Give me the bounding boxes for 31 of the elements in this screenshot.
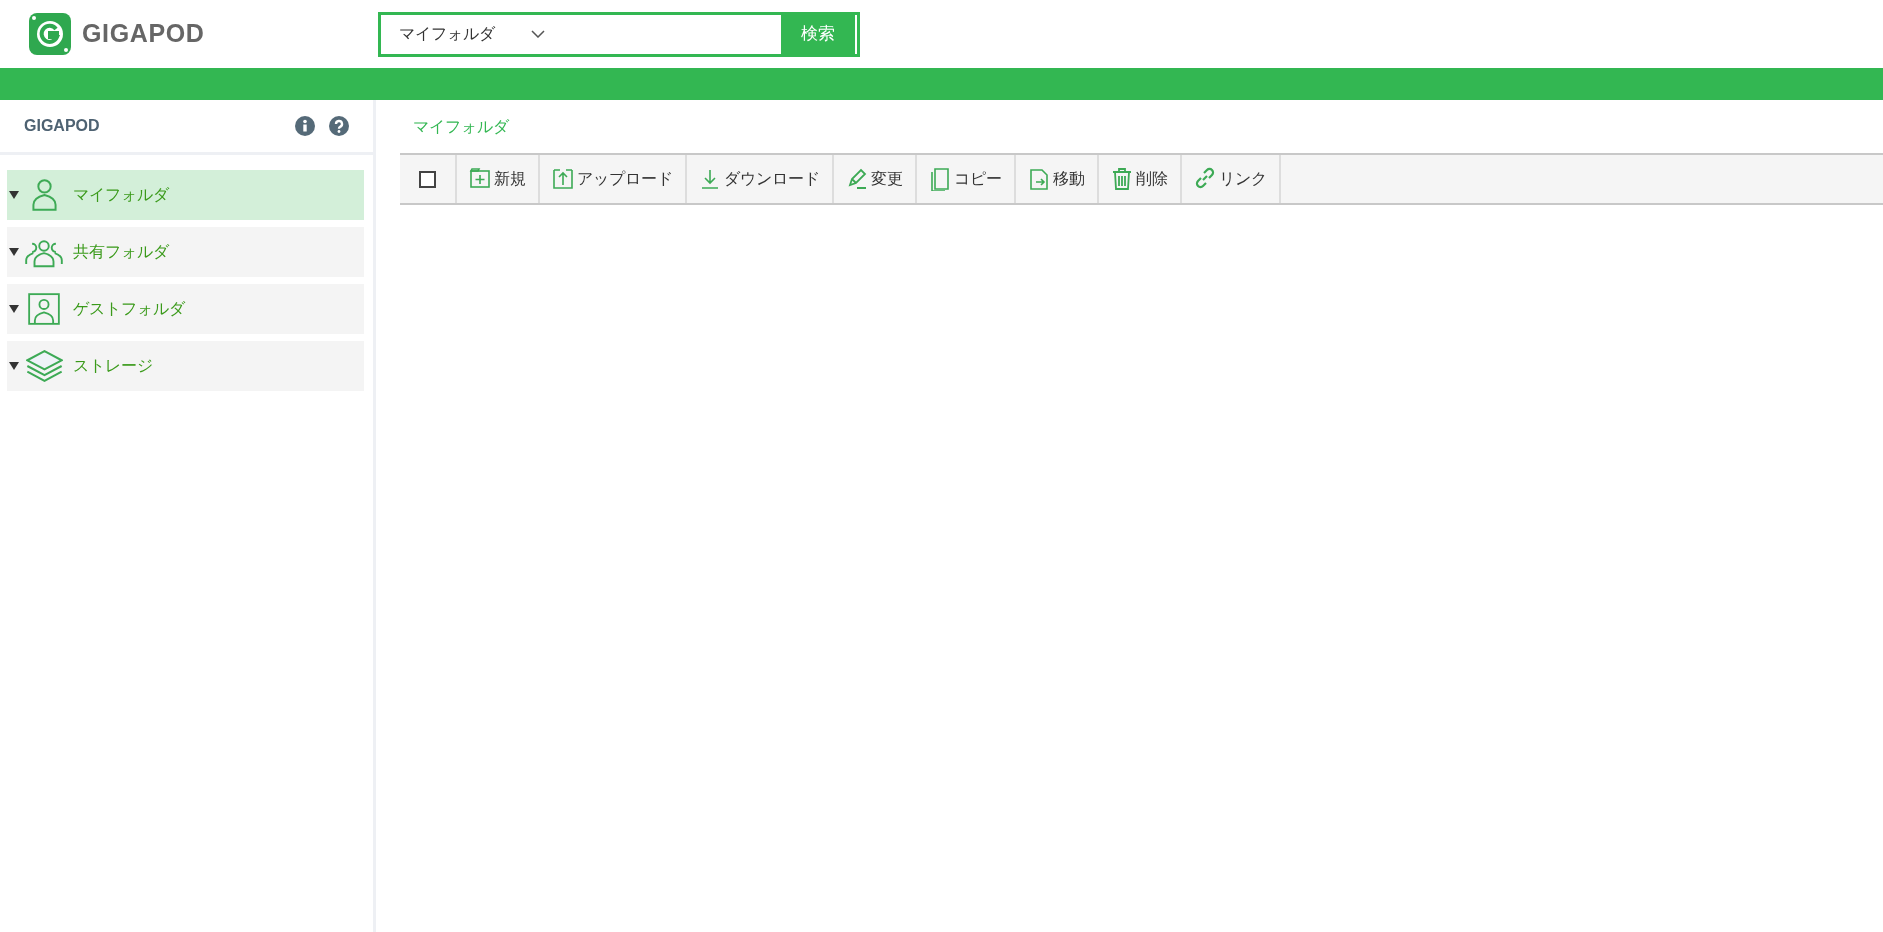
expand-triangle-icon[interactable]: [9, 305, 19, 313]
link-icon: [1194, 167, 1216, 191]
download-icon: [699, 167, 721, 191]
toolbar-button[interactable]: 新規: [457, 155, 540, 203]
sidebar-title: GIGAPOD: [24, 116, 100, 136]
toolbar-button[interactable]: リンク: [1182, 155, 1281, 203]
toolbar-button[interactable]: ダウンロード: [687, 155, 834, 203]
expand-triangle-icon[interactable]: [9, 362, 19, 370]
chevron-down-icon: [531, 30, 545, 38]
expand-triangle-icon[interactable]: [9, 248, 19, 256]
toolbar-button[interactable]: 削除: [1099, 155, 1182, 203]
portrait-icon: [28, 293, 60, 325]
logo-text: GIGAPOD: [82, 18, 205, 50]
toolbar-button[interactable]: 移動: [1016, 155, 1099, 203]
layers-icon: [25, 350, 63, 382]
select-all-checkbox[interactable]: [419, 170, 436, 188]
pencil-icon: [846, 167, 868, 191]
info-icon[interactable]: [295, 116, 315, 136]
upload-icon: [552, 167, 574, 191]
plus-box-icon: [469, 167, 491, 191]
toolbar-button[interactable]: コピー: [917, 155, 1016, 203]
help-icon[interactable]: [329, 116, 349, 136]
copy-icon: [929, 167, 951, 191]
logo-icon: [28, 12, 72, 56]
toolbar-button[interactable]: 変更: [834, 155, 917, 203]
scope-dropdown[interactable]: マイフォルダ: [381, 14, 781, 54]
trash-icon: [1111, 167, 1133, 191]
expand-triangle-icon[interactable]: [9, 191, 19, 199]
toolbar-button[interactable]: アップロード: [540, 155, 687, 203]
move-icon: [1028, 167, 1050, 191]
person-icon: [31, 179, 57, 211]
